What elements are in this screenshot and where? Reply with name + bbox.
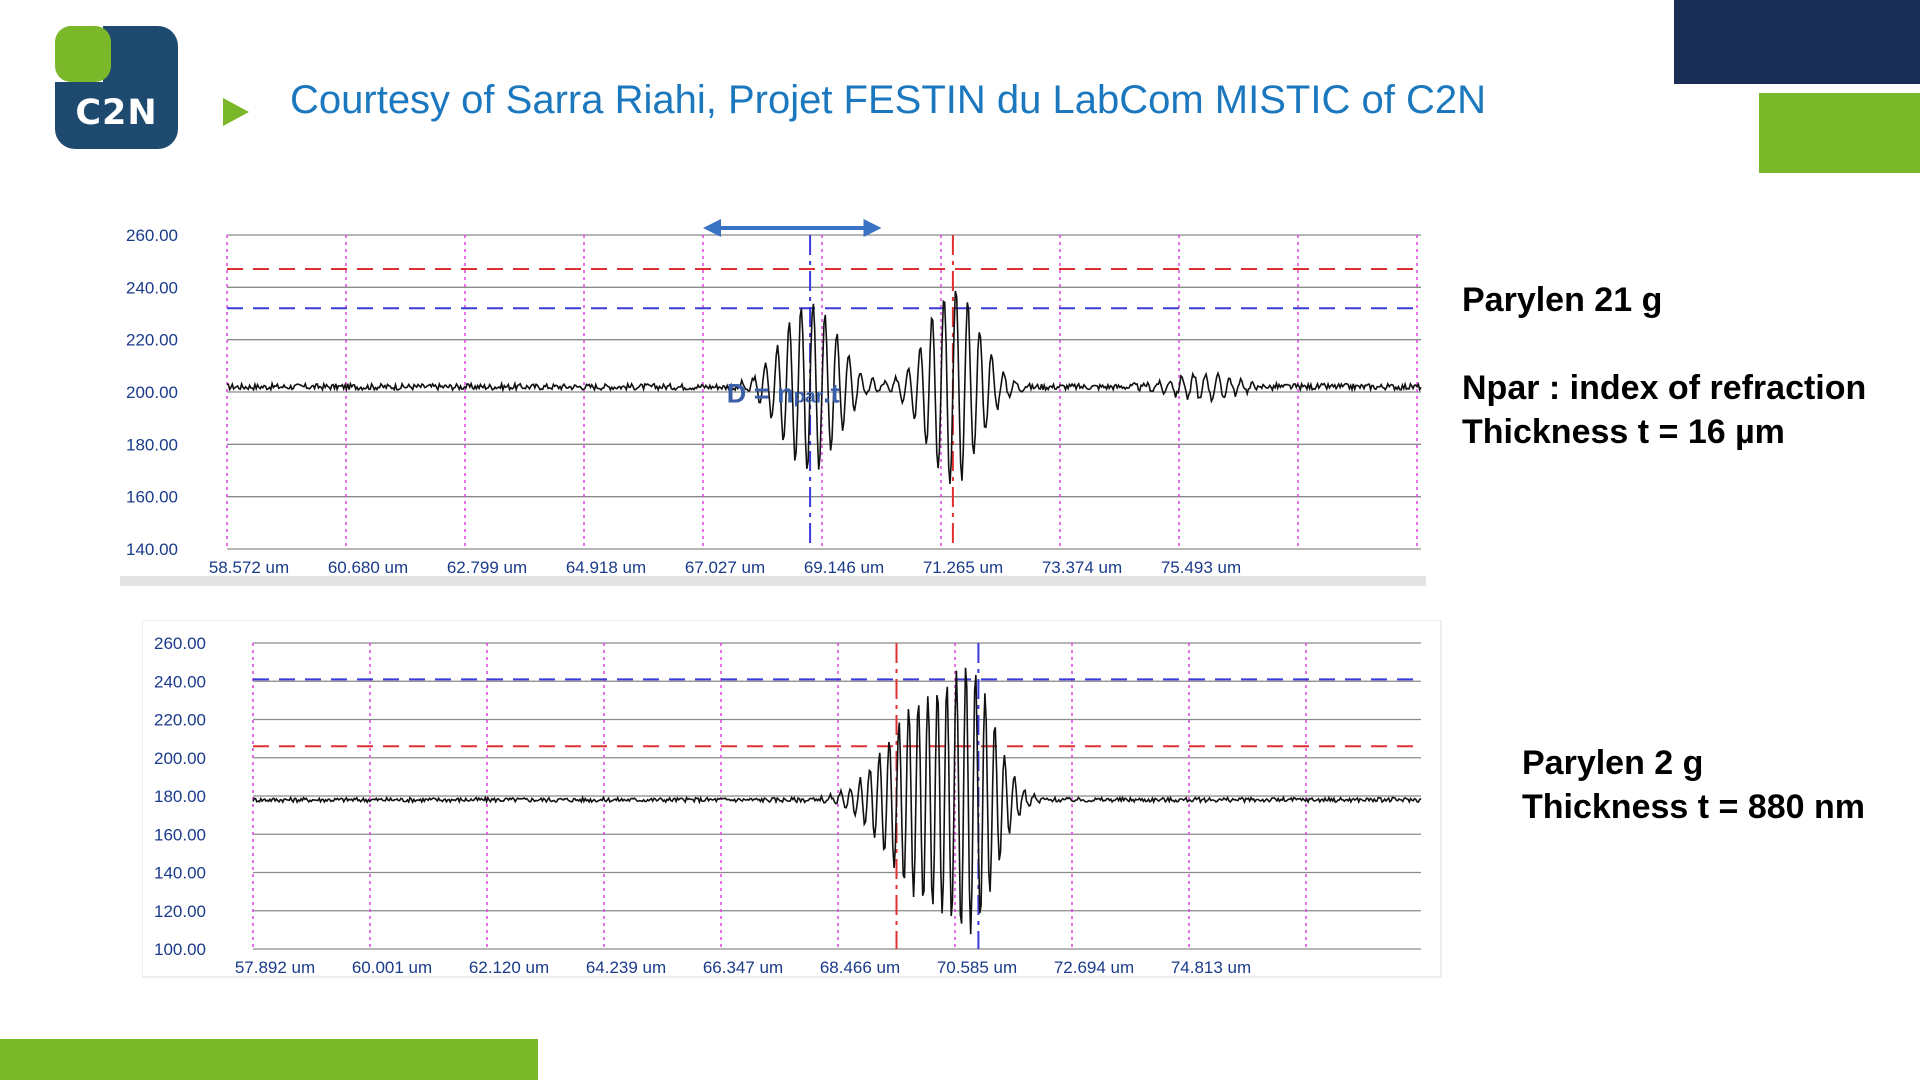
- x-tick-label: 62.120 um: [469, 958, 549, 977]
- top-annotation: Parylen 21 g Npar : index of refraction …: [1462, 278, 1866, 454]
- signal-trace: [252, 667, 1422, 935]
- y-tick-label: 260.00: [126, 226, 178, 245]
- y-tick-label: 140.00: [126, 540, 178, 559]
- annotation-line-blank: [1462, 322, 1866, 366]
- annotation-line-sample: Parylen 21 g: [1462, 281, 1663, 319]
- annotation-line-thickness: Thickness t = 880 nm: [1522, 788, 1865, 826]
- x-tick-label: 73.374 um: [1042, 558, 1122, 577]
- y-tick-label: 160.00: [126, 488, 178, 507]
- x-tick-label: 58.572 um: [209, 558, 289, 577]
- distance-arrow-head-right: [863, 219, 882, 237]
- y-tick-label: 120.00: [154, 902, 206, 921]
- c2n-logo: C2N: [55, 26, 178, 149]
- chart-scroll-strip: [120, 576, 1426, 586]
- annotation-line-index: Npar : index of refraction: [1462, 369, 1867, 407]
- y-tick-label: 220.00: [154, 711, 206, 730]
- x-tick-label: 70.585 um: [937, 958, 1017, 977]
- x-tick-label: 74.813 um: [1171, 958, 1251, 977]
- x-tick-label: 69.146 um: [804, 558, 884, 577]
- y-tick-label: 240.00: [126, 278, 178, 297]
- title-bullet-arrow-icon: [223, 98, 249, 126]
- x-tick-label: 64.239 um: [586, 958, 666, 977]
- interferogram-chart-bottom: 260.00 240.00 220.00 200.00 180.00 160.00 140.…: [142, 620, 1442, 978]
- formula-tail: .t: [823, 378, 840, 408]
- x-tick-label: 62.799 um: [447, 558, 527, 577]
- annotation-line-sample: Parylen 2 g: [1522, 744, 1704, 782]
- y-tick-label: 220.00: [126, 331, 178, 350]
- y-tick-label: 100.00: [154, 940, 206, 959]
- y-tick-label: 140.00: [154, 864, 206, 883]
- formula-label: D = npar.t: [727, 378, 840, 408]
- corner-green-block: [1759, 93, 1920, 173]
- corner-navy-block: [1674, 0, 1920, 84]
- y-tick-label: 240.00: [154, 672, 206, 691]
- y-tick-label: 200.00: [154, 749, 206, 768]
- x-tick-label: 68.466 um: [820, 958, 900, 977]
- formula-main: D = n: [727, 378, 794, 408]
- x-tick-label: 57.892 um: [235, 958, 315, 977]
- bottom-green-bar: [0, 1039, 538, 1080]
- interferogram-chart-top: 260.00 240.00 220.00 200.00 180.00 160.00 140.…: [120, 219, 1426, 586]
- x-tick-label: 66.347 um: [703, 958, 783, 977]
- x-tick-label: 72.694 um: [1054, 958, 1134, 977]
- y-tick-label: 180.00: [154, 787, 206, 806]
- y-tick-label: 200.00: [126, 383, 178, 402]
- x-tick-label: 64.918 um: [566, 558, 646, 577]
- x-tick-label: 71.265 um: [923, 558, 1003, 577]
- y-tick-label: 160.00: [154, 825, 206, 844]
- y-tick-label: 180.00: [126, 435, 178, 454]
- y-tick-label: 260.00: [154, 634, 206, 653]
- annotation-line-thickness: Thickness t = 16 µm: [1462, 413, 1785, 451]
- x-tick-label: 60.001 um: [352, 958, 432, 977]
- logo-text: C2N: [75, 93, 158, 133]
- bottom-annotation: Parylen 2 g Thickness t = 880 nm: [1522, 741, 1865, 829]
- formula-subscript: par: [794, 386, 824, 407]
- x-tick-label: 60.680 um: [328, 558, 408, 577]
- x-tick-label: 75.493 um: [1161, 558, 1241, 577]
- slide-title: Courtesy of Sarra Riahi, Projet FESTIN d…: [290, 78, 1486, 122]
- distance-arrow-head-left: [703, 219, 721, 237]
- x-tick-label: 67.027 um: [685, 558, 765, 577]
